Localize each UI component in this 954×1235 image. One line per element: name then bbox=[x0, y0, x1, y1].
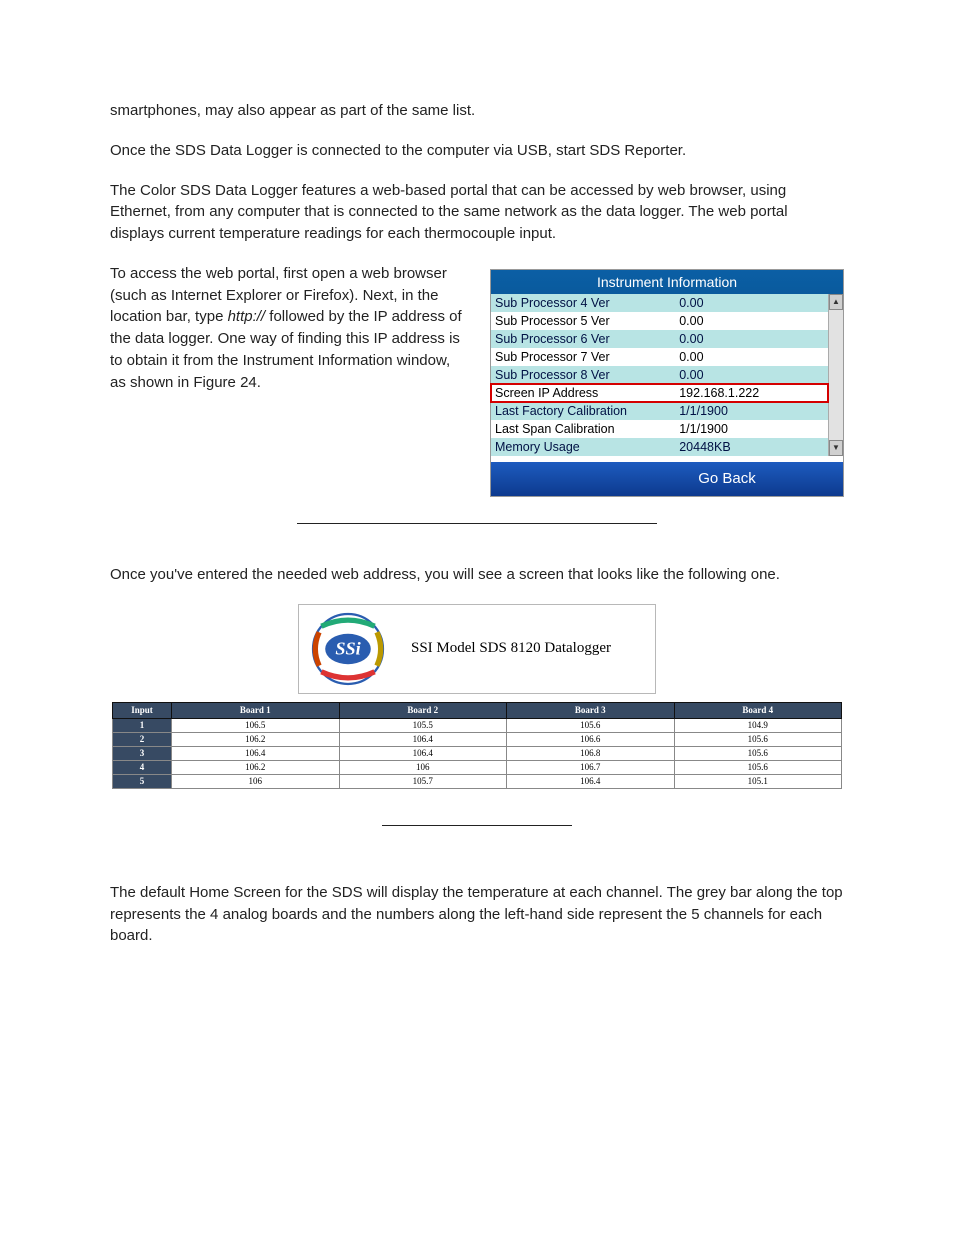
cell-value: 105.6 bbox=[674, 746, 842, 760]
row-label: Screen IP Address bbox=[495, 384, 679, 402]
scrollbar[interactable]: ▲ ▼ bbox=[828, 294, 843, 456]
cell-value: 106.6 bbox=[507, 732, 675, 746]
paragraph: smartphones, may also appear as part of … bbox=[110, 100, 844, 122]
scroll-up-button[interactable]: ▲ bbox=[829, 294, 843, 310]
temperature-table: InputBoard 1Board 2Board 3Board 4 1106.5… bbox=[112, 702, 842, 789]
cell-value: 105.5 bbox=[339, 718, 507, 732]
row-label: Sub Processor 5 Ver bbox=[495, 312, 679, 330]
table-header: Board 1 bbox=[172, 702, 340, 718]
cell-value: 106.2 bbox=[172, 760, 340, 774]
row-label: Sub Processor 6 Ver bbox=[495, 330, 679, 348]
cell-value: 106.4 bbox=[172, 746, 340, 760]
cell-value: 105.6 bbox=[507, 718, 675, 732]
cell-value: 106.4 bbox=[339, 746, 507, 760]
instrument-row: Sub Processor 6 Ver0.00 bbox=[491, 330, 828, 348]
instrument-row: Memory Usage20448KB bbox=[491, 438, 828, 456]
row-label: Sub Processor 8 Ver bbox=[495, 366, 679, 384]
row-index: 4 bbox=[113, 760, 172, 774]
cell-value: 106 bbox=[172, 774, 340, 788]
instrument-row: Sub Processor 7 Ver0.00 bbox=[491, 348, 828, 366]
row-label: Sub Processor 4 Ver bbox=[495, 294, 679, 312]
cell-value: 105.1 bbox=[674, 774, 842, 788]
paragraph: Once you've entered the needed web addre… bbox=[110, 564, 844, 586]
cell-value: 106.7 bbox=[507, 760, 675, 774]
instrument-row: Sub Processor 8 Ver0.00 bbox=[491, 366, 828, 384]
row-value: 0.00 bbox=[679, 348, 824, 366]
row-label: Sub Processor 7 Ver bbox=[495, 348, 679, 366]
instrument-info-panel: Instrument Information Sub Processor 4 V… bbox=[490, 269, 844, 497]
table-header: Board 4 bbox=[674, 702, 842, 718]
cell-value: 104.9 bbox=[674, 718, 842, 732]
table-row: 4106.2106106.7105.6 bbox=[113, 760, 842, 774]
paragraph: To access the web portal, first open a w… bbox=[110, 263, 470, 394]
row-index: 2 bbox=[113, 732, 172, 746]
ssi-logo-icon: SSi bbox=[305, 611, 391, 687]
row-value: 1/1/1900 bbox=[679, 420, 824, 438]
svg-text:SSi: SSi bbox=[335, 638, 360, 658]
instrument-row: Sub Processor 5 Ver0.00 bbox=[491, 312, 828, 330]
scroll-down-button[interactable]: ▼ bbox=[829, 440, 843, 456]
paragraph: The Color SDS Data Logger features a web… bbox=[110, 180, 844, 245]
http-url: http:// bbox=[228, 308, 266, 325]
cell-value: 106.8 bbox=[507, 746, 675, 760]
row-index: 1 bbox=[113, 718, 172, 732]
cell-value: 106.2 bbox=[172, 732, 340, 746]
row-value: 192.168.1.222 bbox=[679, 384, 824, 402]
portal-title: SSI Model SDS 8120 Datalogger bbox=[411, 638, 611, 660]
cell-value: 106.5 bbox=[172, 718, 340, 732]
cell-value: 106.4 bbox=[339, 732, 507, 746]
figure-caption-rule bbox=[382, 825, 572, 826]
instrument-row: Sub Processor 4 Ver0.00 bbox=[491, 294, 828, 312]
panel-title: Instrument Information bbox=[491, 270, 843, 294]
instrument-row: Screen IP Address192.168.1.222 bbox=[491, 384, 828, 402]
table-row: 1106.5105.5105.6104.9 bbox=[113, 718, 842, 732]
instrument-row: Last Factory Calibration1/1/1900 bbox=[491, 402, 828, 420]
go-back-button[interactable]: Go Back bbox=[491, 462, 843, 496]
row-label: Memory Usage bbox=[495, 438, 679, 456]
portal-header: SSi SSI Model SDS 8120 Datalogger bbox=[298, 604, 656, 694]
row-value: 0.00 bbox=[679, 366, 824, 384]
row-value: 0.00 bbox=[679, 312, 824, 330]
table-row: 5106105.7106.4105.1 bbox=[113, 774, 842, 788]
row-label: Last Factory Calibration bbox=[495, 402, 679, 420]
table-row: 2106.2106.4106.6105.6 bbox=[113, 732, 842, 746]
row-value: 20448KB bbox=[679, 438, 824, 456]
cell-value: 106 bbox=[339, 760, 507, 774]
paragraph: The default Home Screen for the SDS will… bbox=[110, 882, 844, 947]
instrument-row: Last Span Calibration1/1/1900 bbox=[491, 420, 828, 438]
row-value: 0.00 bbox=[679, 330, 824, 348]
table-header: Input bbox=[113, 702, 172, 718]
row-value: 1/1/1900 bbox=[679, 402, 824, 420]
row-index: 5 bbox=[113, 774, 172, 788]
table-header: Board 3 bbox=[507, 702, 675, 718]
cell-value: 106.4 bbox=[507, 774, 675, 788]
cell-value: 105.6 bbox=[674, 760, 842, 774]
table-header: Board 2 bbox=[339, 702, 507, 718]
row-index: 3 bbox=[113, 746, 172, 760]
table-row: 3106.4106.4106.8105.6 bbox=[113, 746, 842, 760]
cell-value: 105.6 bbox=[674, 732, 842, 746]
cell-value: 105.7 bbox=[339, 774, 507, 788]
row-label: Last Span Calibration bbox=[495, 420, 679, 438]
figure-caption-rule bbox=[297, 523, 657, 524]
web-portal-screenshot: SSi SSI Model SDS 8120 Datalogger InputB… bbox=[112, 604, 842, 789]
row-value: 0.00 bbox=[679, 294, 824, 312]
paragraph: Once the SDS Data Logger is connected to… bbox=[110, 140, 844, 162]
